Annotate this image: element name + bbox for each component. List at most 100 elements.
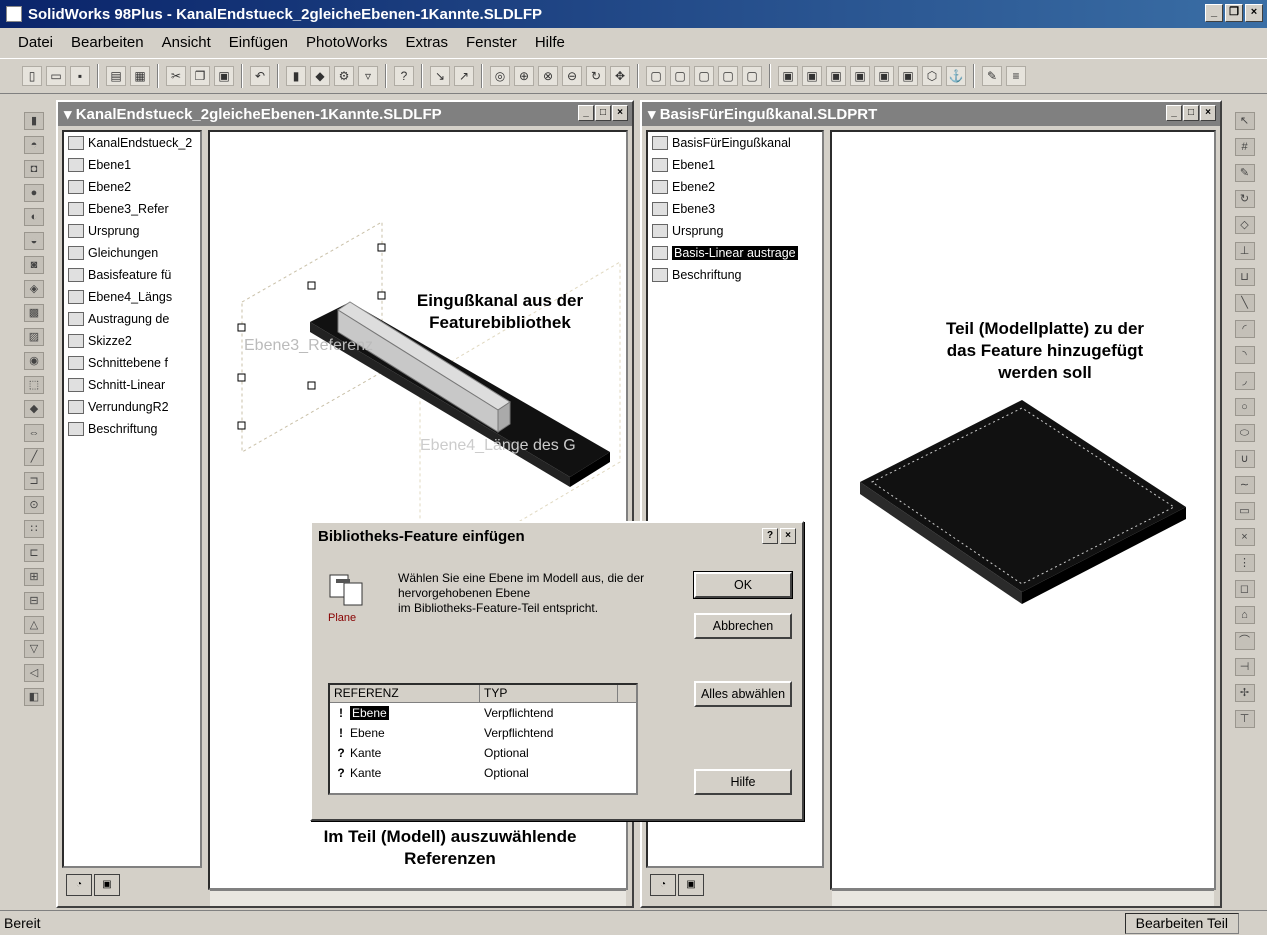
- point-cross-icon[interactable]: ×: [1234, 528, 1255, 546]
- tree-item[interactable]: Ebene4_Längs: [64, 286, 200, 308]
- rotate-icon[interactable]: ↻: [586, 66, 606, 86]
- box-tool-icon[interactable]: ⊟: [24, 592, 44, 610]
- table-row[interactable]: ! Ebene Verpflichtend: [330, 703, 636, 723]
- tree-item[interactable]: Ebene3_Refer: [64, 198, 200, 220]
- tree-item[interactable]: Schnittebene f: [64, 352, 200, 374]
- plane-handle[interactable]: [237, 323, 246, 332]
- help-icon[interactable]: ?: [394, 66, 414, 86]
- plane-handle[interactable]: [307, 281, 316, 290]
- plane-handle[interactable]: [237, 421, 246, 430]
- restore-button[interactable]: ❐: [1225, 4, 1243, 22]
- tree-item[interactable]: Beschriftung: [648, 264, 822, 286]
- tree-item[interactable]: Basisfeature fü: [64, 264, 200, 286]
- tree-item[interactable]: Ebene1: [648, 154, 822, 176]
- draft-tool-icon[interactable]: ▨: [24, 328, 44, 346]
- view-left-icon[interactable]: ▣: [826, 66, 846, 86]
- close-button[interactable]: ×: [612, 105, 628, 121]
- plane-tool-icon[interactable]: ⇔: [24, 424, 44, 442]
- relation-tool-icon[interactable]: ⊏: [24, 544, 44, 562]
- dimension-tool-icon[interactable]: ⊐: [24, 472, 44, 490]
- rebuild-icon[interactable]: ▮: [286, 66, 306, 86]
- save-icon[interactable]: ▪: [70, 66, 90, 86]
- print-icon[interactable]: ▤: [106, 66, 126, 86]
- table-row[interactable]: ! Ebene Verpflichtend: [330, 723, 636, 743]
- deselect-all-button[interactable]: Alles abwählen: [694, 681, 792, 707]
- wireframe-icon[interactable]: ▢: [646, 66, 666, 86]
- property-tab[interactable]: ▣: [678, 874, 704, 896]
- loft-tool-icon[interactable]: ●: [24, 184, 44, 202]
- mirror-tool-icon[interactable]: ⬚: [24, 376, 44, 394]
- open-file-icon[interactable]: ▭: [46, 66, 66, 86]
- zoom-in-icon[interactable]: ⊕: [514, 66, 534, 86]
- circle-tool-icon[interactable]: ○: [1234, 398, 1255, 416]
- tree-item[interactable]: Beschriftung: [64, 418, 200, 440]
- minimize-button[interactable]: _: [578, 105, 594, 121]
- tree-item[interactable]: VerrundungR2: [64, 396, 200, 418]
- display-tool-icon[interactable]: ◧: [24, 688, 44, 706]
- dialog-help-button[interactable]: ?: [762, 528, 778, 544]
- tree-item[interactable]: KanalEndstueck_2: [64, 132, 200, 154]
- sketch-icon[interactable]: ✎: [982, 66, 1002, 86]
- property-tab[interactable]: ▣: [94, 874, 120, 896]
- view-right-icon[interactable]: ▣: [850, 66, 870, 86]
- line-tool-icon[interactable]: ╲: [1234, 294, 1255, 312]
- menu-photoworks[interactable]: PhotoWorks: [306, 34, 387, 51]
- tree-item[interactable]: Ebene2: [64, 176, 200, 198]
- maximize-button[interactable]: □: [595, 105, 611, 121]
- tree-item[interactable]: Skizze2: [64, 330, 200, 352]
- tree-item[interactable]: Austragung de: [64, 308, 200, 330]
- zoom-out-icon[interactable]: ⊖: [562, 66, 582, 86]
- graphics-area[interactable]: [830, 130, 1216, 890]
- new-file-icon[interactable]: ▯: [22, 66, 42, 86]
- menu-extras[interactable]: Extras: [405, 34, 448, 51]
- trim-tool-icon[interactable]: ⌂: [1234, 606, 1255, 624]
- undo-icon[interactable]: ↶: [250, 66, 270, 86]
- tree-item[interactable]: Schnitt-Linear: [64, 374, 200, 396]
- horizontal-scrollbar[interactable]: [832, 890, 1214, 906]
- shell-tool-icon[interactable]: ▩: [24, 304, 44, 322]
- point-tool-icon[interactable]: ∷: [24, 520, 44, 538]
- cut-icon[interactable]: ✂: [166, 66, 186, 86]
- pointer-tool-icon[interactable]: ↖: [1234, 112, 1255, 130]
- minimize-button[interactable]: _: [1205, 4, 1223, 22]
- extrude-tool-icon[interactable]: ▮: [24, 112, 44, 130]
- menu-einfuegen[interactable]: Einfügen: [229, 34, 288, 51]
- plane-handle[interactable]: [237, 373, 246, 382]
- zoom-area-icon[interactable]: ⊗: [538, 66, 558, 86]
- align-tool-icon[interactable]: ⊔: [1234, 268, 1255, 286]
- select-icon[interactable]: ↘: [430, 66, 450, 86]
- menu-datei[interactable]: Datei: [18, 34, 53, 51]
- mirror-sketch-icon[interactable]: ⊤: [1234, 710, 1255, 728]
- arrow-c-tool-icon[interactable]: ◁: [24, 664, 44, 682]
- sketch-tool-icon[interactable]: ⊙: [24, 496, 44, 514]
- view-normal-icon[interactable]: ⚓: [946, 66, 966, 86]
- hidden-removed-icon[interactable]: ▢: [694, 66, 714, 86]
- properties-icon[interactable]: ◆: [310, 66, 330, 86]
- dimension-line-icon[interactable]: ⊥: [1234, 242, 1255, 260]
- close-button[interactable]: ×: [1245, 4, 1263, 22]
- axis-tool-icon[interactable]: ╱: [24, 448, 44, 466]
- tree-item[interactable]: BasisFürEingußkanal: [648, 132, 822, 154]
- zoom-fit-icon[interactable]: ◎: [490, 66, 510, 86]
- pattern-tool-icon[interactable]: ◆: [24, 400, 44, 418]
- convert-tool-icon[interactable]: ✢: [1234, 684, 1255, 702]
- circle-arc-icon[interactable]: ◝: [1234, 346, 1255, 364]
- spline-tool-icon[interactable]: ∪: [1234, 450, 1255, 468]
- menu-hilfe[interactable]: Hilfe: [535, 34, 565, 51]
- shaded-icon[interactable]: ▢: [718, 66, 738, 86]
- fillet-sketch-icon[interactable]: ⌒: [1234, 632, 1255, 650]
- shaded-edges-icon[interactable]: ▢: [742, 66, 762, 86]
- pan-icon[interactable]: ✥: [610, 66, 630, 86]
- sweep-tool-icon[interactable]: ◘: [24, 160, 44, 178]
- menu-fenster[interactable]: Fenster: [466, 34, 517, 51]
- table-row[interactable]: ? Kante Optional: [330, 763, 636, 783]
- view-iso-icon[interactable]: ⬡: [922, 66, 942, 86]
- minimize-button[interactable]: _: [1166, 105, 1182, 121]
- grid-tool-icon[interactable]: #: [1234, 138, 1255, 156]
- options-icon[interactable]: ⚙: [334, 66, 354, 86]
- feature-tree-tab[interactable]: ◔: [66, 874, 92, 896]
- print-preview-icon[interactable]: ▦: [130, 66, 150, 86]
- menu-ansicht[interactable]: Ansicht: [162, 34, 211, 51]
- tree-item[interactable]: Ebene2: [648, 176, 822, 198]
- tree-item[interactable]: Gleichungen: [64, 242, 200, 264]
